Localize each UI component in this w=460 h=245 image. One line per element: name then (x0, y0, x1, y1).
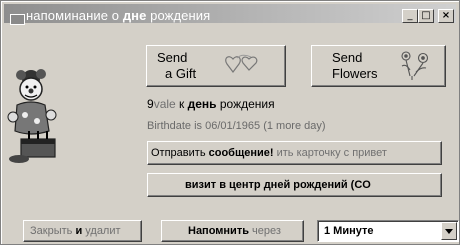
remind-interval-select[interactable]: 1 Минуте (317, 220, 459, 242)
title-bar[interactable]: напоминание о дне рождения _ □ × (4, 4, 456, 25)
flowers-icon (401, 51, 429, 80)
send-flowers-line1: Send (332, 50, 363, 65)
hearts-icon (225, 54, 258, 73)
close-window-button[interactable]: × (438, 9, 454, 23)
remind-later-button[interactable]: Напомнить через (161, 220, 304, 242)
days-word: vale (153, 97, 176, 111)
days-suffix: рождения (216, 97, 275, 111)
chevron-down-icon (445, 229, 453, 234)
send-gift-button[interactable]: Send a Gift (146, 45, 286, 87)
title-prefix: напоминание о (26, 8, 123, 23)
remind-part2: через (252, 225, 281, 237)
dropdown-arrow-button[interactable] (441, 222, 457, 240)
send-message-part3: ить карточку с привет (273, 147, 387, 159)
send-message-part2: сообщение! (208, 147, 274, 159)
title-bold: дне (122, 8, 147, 23)
send-gift-line2: a Gift (165, 66, 197, 81)
days-bold: день (187, 97, 217, 111)
send-message-label: Отправить сообщение! ить карточку с прив… (151, 147, 387, 159)
close-part3: удалит (82, 225, 121, 237)
minimize-button[interactable]: _ (402, 9, 418, 23)
birthdate-line: Birthdate is 06/01/1965 (1 more day) (147, 120, 326, 132)
close-label: Закрыть и удалит (30, 225, 121, 237)
days-number: 9 (147, 97, 154, 111)
visit-label: визит в центр дней рождений (CO (185, 179, 371, 191)
birthday-reminder-window: напоминание о дне рождения _ □ × Send a … (0, 0, 460, 245)
visit-birthday-center-button[interactable]: визит в центр дней рождений (CO (147, 173, 442, 197)
send-flowers-line2: Flowers (332, 66, 378, 81)
send-message-button[interactable]: Отправить сообщение! ить карточку с прив… (147, 141, 442, 165)
close-and-delete-button[interactable]: Закрыть и удалит (23, 220, 142, 242)
send-gift-line1: Send (157, 50, 188, 65)
remind-part1: Напомнить (188, 225, 253, 237)
send-message-part1: Отправить (151, 147, 209, 159)
maximize-button[interactable]: □ (418, 9, 434, 23)
days-prefix: к (175, 97, 188, 111)
days-until-birthday: 9vale к день рождения (147, 97, 275, 111)
app-icon (10, 14, 25, 25)
window-title: напоминание о дне рождения (26, 8, 210, 23)
send-flowers-button[interactable]: Send Flowers (311, 45, 446, 87)
title-suffix: рождения (146, 8, 211, 23)
close-part1: Закрыть (30, 225, 76, 237)
clown-with-cake-icon (7, 69, 57, 163)
remind-interval-value: 1 Минуте (324, 225, 374, 237)
remind-label: Напомнить через (188, 225, 281, 237)
